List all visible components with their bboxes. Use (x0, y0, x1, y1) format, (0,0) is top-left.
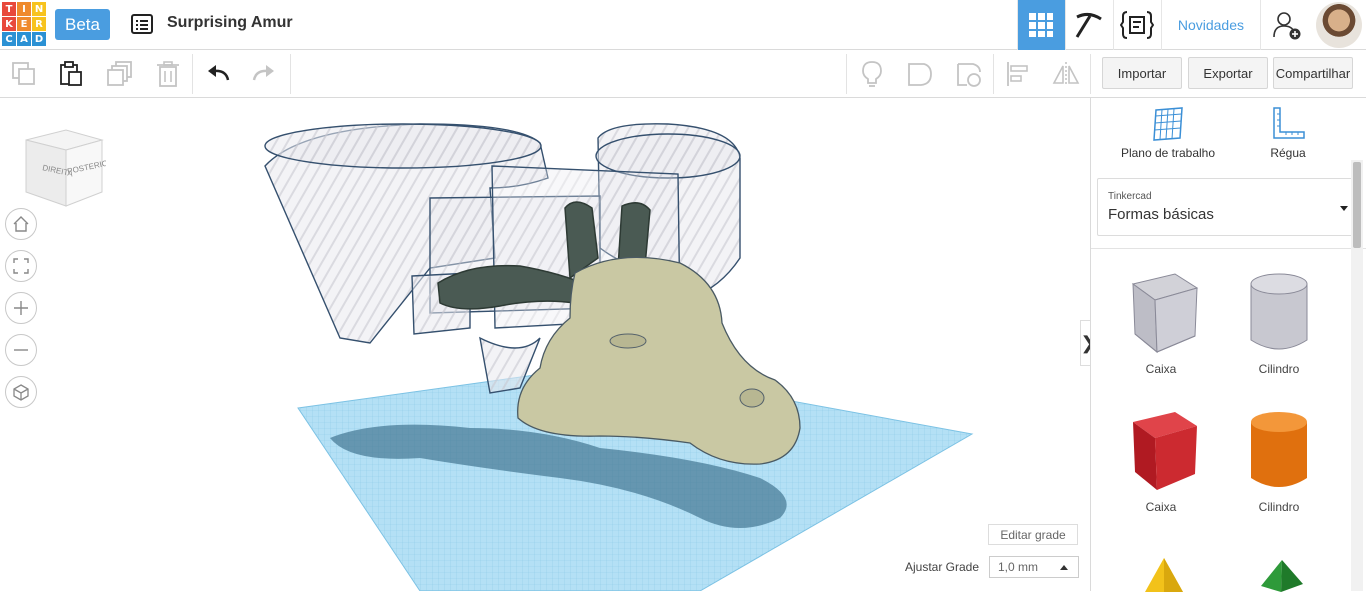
shape-box-transparent[interactable]: Caixa (1111, 270, 1211, 376)
projection-button[interactable] (5, 376, 37, 408)
redo-icon[interactable] (250, 60, 278, 88)
align-icon[interactable] (1004, 60, 1032, 88)
panel-scrollbar[interactable] (1351, 160, 1363, 591)
top-bar: TIN KER CAD Beta Surprising Amur Novidades (0, 0, 1366, 50)
caret-down-icon (1340, 206, 1348, 211)
cylinder-icon (1251, 412, 1307, 487)
edit-grid-button[interactable]: Editar grade (988, 524, 1078, 545)
design-list-icon[interactable] (130, 12, 154, 36)
tinkercad-logo[interactable]: TIN KER CAD (2, 2, 46, 46)
design-title[interactable]: Surprising Amur (167, 14, 293, 32)
exportar-button[interactable]: Exportar (1188, 57, 1268, 89)
undo-icon[interactable] (204, 60, 232, 88)
pyramid-icon[interactable] (1141, 556, 1187, 592)
chevron-right-icon: ❯ (1080, 333, 1090, 354)
library-name: Formas básicas (1108, 206, 1214, 223)
shape-label: Cilindro (1258, 500, 1300, 514)
shape-library-select[interactable]: Tinkercad Formas básicas (1097, 178, 1361, 236)
snap-grid-value: 1,0 mm (998, 560, 1039, 574)
fit-view-button[interactable] (5, 250, 37, 282)
copy-icon[interactable] (10, 60, 38, 88)
caret-up-icon (1060, 565, 1068, 570)
cube-icon (13, 384, 29, 401)
zoom-out-button[interactable] (5, 334, 37, 366)
workplane-label: Plano de trabalho (1120, 146, 1216, 160)
snap-grid-select[interactable]: 1,0 mm (989, 556, 1079, 578)
home-view-button[interactable] (5, 208, 37, 240)
lightbulb-icon[interactable] (858, 60, 886, 88)
view-cube[interactable]: DIREITA POSTERIOR (22, 126, 106, 210)
grid-icon (1029, 13, 1054, 37)
codeblocks-view-button[interactable] (1112, 0, 1161, 50)
hole-icon[interactable] (955, 60, 983, 88)
logo-letter: R (32, 17, 46, 31)
shape-box[interactable]: Caixa (1111, 408, 1211, 514)
importar-button[interactable]: Importar (1102, 57, 1182, 89)
logo-letter: C (2, 32, 16, 46)
add-user-icon (1272, 12, 1300, 40)
shapes-panel: Plano de trabalho Régua Tinkercad Formas… (1090, 98, 1366, 592)
cylinder-hole-icon (1250, 273, 1308, 350)
edit-toolbar: Importar Exportar Compartilhar (0, 50, 1366, 98)
compartilhar-button[interactable]: Compartilhar (1273, 57, 1353, 89)
fit-view-icon (13, 258, 29, 274)
shape-label: Cilindro (1258, 362, 1300, 376)
zoom-in-button[interactable] (5, 292, 37, 324)
beta-badge[interactable]: Beta (55, 9, 110, 40)
3d-scene[interactable] (0, 98, 1090, 591)
ruler-label: Régua (1270, 146, 1306, 160)
shape-cylinder-transparent[interactable]: Cilindro (1229, 270, 1329, 376)
duplicate-icon[interactable] (106, 60, 134, 88)
shape-label: Caixa (1145, 362, 1177, 376)
collapse-panel-button[interactable]: ❯ (1080, 320, 1090, 366)
home-icon (13, 216, 29, 232)
paste-icon[interactable] (57, 60, 85, 88)
delete-icon[interactable] (154, 60, 182, 88)
shape-cylinder[interactable]: Cilindro (1229, 408, 1329, 514)
ruler-icon (1273, 107, 1305, 139)
snap-grid-label: Ajustar Grade (905, 560, 980, 574)
logo-letter: T (2, 2, 16, 16)
minus-icon (14, 349, 28, 351)
minecraft-view-button[interactable] (1064, 0, 1113, 50)
workplane-icon (1153, 107, 1183, 141)
shape-label: Caixa (1145, 500, 1177, 514)
pickaxe-icon (1076, 12, 1103, 38)
box-icon (1133, 412, 1197, 490)
logo-letter: D (32, 32, 46, 46)
3d-design-view-button[interactable] (1016, 0, 1065, 50)
add-user-button[interactable] (1260, 0, 1312, 50)
logo-letter: E (17, 17, 31, 31)
workplane-tool[interactable]: Plano de trabalho (1103, 106, 1233, 160)
logo-letter: A (17, 32, 31, 46)
view-switcher: Novidades (1016, 0, 1366, 50)
box-hole-icon (1131, 273, 1199, 354)
avatar[interactable] (1316, 2, 1362, 48)
shape-icon[interactable] (906, 60, 934, 88)
3d-workplane[interactable]: DIREITA POSTERIOR Editar grade Ajustar G… (0, 98, 1090, 591)
logo-letter: N (32, 2, 46, 16)
novidades-link[interactable]: Novidades (1160, 0, 1260, 50)
code-blocks-icon (1120, 11, 1155, 39)
logo-letter: I (17, 2, 31, 16)
library-provider: Tinkercad (1108, 191, 1152, 202)
mirror-icon[interactable] (1052, 60, 1080, 88)
roof-icon[interactable] (1259, 556, 1305, 592)
plus-icon (14, 301, 28, 315)
logo-letter: K (2, 17, 16, 31)
ruler-tool[interactable]: Régua (1223, 106, 1353, 160)
